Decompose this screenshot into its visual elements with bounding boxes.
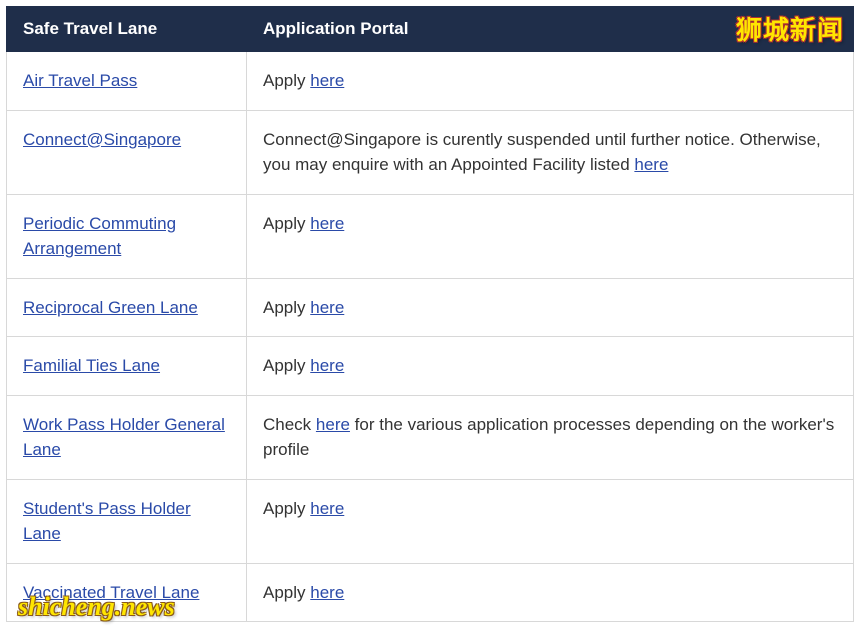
- lane-link-familial-ties[interactable]: Familial Ties Lane: [23, 356, 160, 375]
- portal-text-prefix: Check: [263, 415, 316, 434]
- table-header-row: Safe Travel Lane Application Portal: [7, 7, 854, 52]
- portal-link-here[interactable]: here: [634, 155, 668, 174]
- lane-link-work-pass-holder[interactable]: Work Pass Holder General Lane: [23, 415, 225, 460]
- lane-link-vaccinated-travel[interactable]: Vaccinated Travel Lane: [23, 583, 199, 602]
- portal-text-prefix: Apply: [263, 583, 310, 602]
- portal-cell: Check here for the various application p…: [247, 395, 854, 479]
- portal-text-prefix: Apply: [263, 356, 310, 375]
- portal-link-here[interactable]: here: [310, 298, 344, 317]
- safe-travel-table: Safe Travel Lane Application Portal Air …: [6, 6, 854, 622]
- table-row: Familial Ties Lane Apply here: [7, 337, 854, 396]
- portal-text-prefix: Apply: [263, 214, 310, 233]
- portal-cell: Apply here: [247, 194, 854, 278]
- portal-link-here[interactable]: here: [310, 499, 344, 518]
- lane-link-periodic-commuting[interactable]: Periodic Commuting Arrangement: [23, 214, 176, 259]
- table-row: Vaccinated Travel Lane Apply here: [7, 563, 854, 622]
- lane-link-air-travel-pass[interactable]: Air Travel Pass: [23, 71, 137, 90]
- portal-text-prefix: Apply: [263, 298, 310, 317]
- header-safe-travel-lane: Safe Travel Lane: [7, 7, 247, 52]
- header-application-portal: Application Portal: [247, 7, 854, 52]
- portal-text-prefix: Connect@Singapore is curently suspended …: [263, 130, 821, 175]
- portal-cell: Apply here: [247, 337, 854, 396]
- portal-cell: Connect@Singapore is curently suspended …: [247, 110, 854, 194]
- lane-link-connect-singapore[interactable]: Connect@Singapore: [23, 130, 181, 149]
- portal-link-here[interactable]: here: [310, 583, 344, 602]
- table-row: Work Pass Holder General Lane Check here…: [7, 395, 854, 479]
- table-row: Connect@Singapore Connect@Singapore is c…: [7, 110, 854, 194]
- table-row: Student's Pass Holder Lane Apply here: [7, 479, 854, 563]
- portal-link-here[interactable]: here: [310, 356, 344, 375]
- portal-link-here[interactable]: here: [310, 71, 344, 90]
- portal-text-prefix: Apply: [263, 499, 310, 518]
- portal-cell: Apply here: [247, 479, 854, 563]
- portal-link-here[interactable]: here: [310, 214, 344, 233]
- portal-cell: Apply here: [247, 52, 854, 111]
- portal-link-here[interactable]: here: [316, 415, 350, 434]
- table-row: Air Travel Pass Apply here: [7, 52, 854, 111]
- table-row: Reciprocal Green Lane Apply here: [7, 278, 854, 337]
- table-row: Periodic Commuting Arrangement Apply her…: [7, 194, 854, 278]
- portal-cell: Apply here: [247, 278, 854, 337]
- lane-link-students-pass[interactable]: Student's Pass Holder Lane: [23, 499, 191, 544]
- portal-text-prefix: Apply: [263, 71, 310, 90]
- lane-link-reciprocal-green[interactable]: Reciprocal Green Lane: [23, 298, 198, 317]
- portal-cell: Apply here: [247, 563, 854, 622]
